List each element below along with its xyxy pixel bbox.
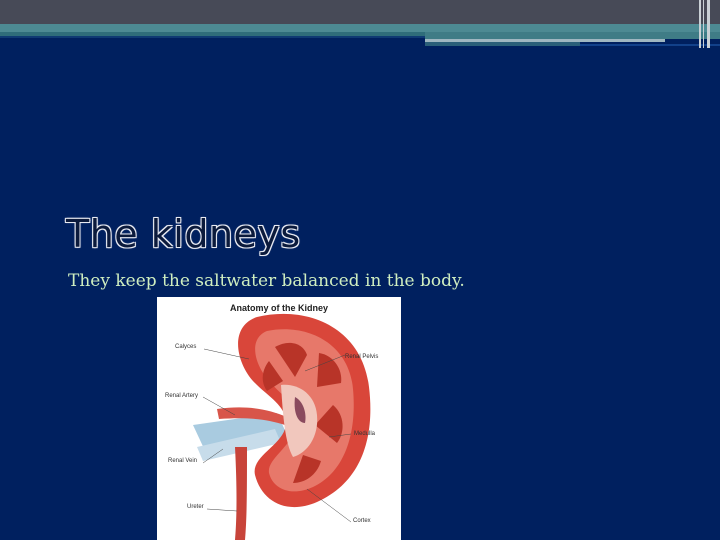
slide: The kidneys They keep the saltwater bala… xyxy=(0,0,720,540)
label-calyces: Calyces xyxy=(175,344,197,350)
ureter-shape xyxy=(235,447,247,540)
header-band-navy-left xyxy=(0,36,425,38)
label-renal-artery: Renal Artery xyxy=(165,393,199,399)
label-renal-vein: Renal Vein xyxy=(168,458,198,464)
label-cortex: Cortex xyxy=(353,518,371,524)
header-band-right-1 xyxy=(425,32,720,39)
kidney-anatomy-figure: Anatomy of the Kidney Calyces Renal Pelv… xyxy=(157,297,401,540)
header-band-teal xyxy=(0,24,720,32)
header-band-dark xyxy=(0,0,720,24)
label-renal-pelvis: Renal Pelvis xyxy=(345,354,379,360)
slide-title: The kidneys xyxy=(66,212,301,256)
header-edge-lines xyxy=(696,0,720,48)
slide-subtitle: They keep the saltwater balanced in the … xyxy=(68,271,465,291)
label-medulla: Medulla xyxy=(354,431,376,437)
figure-title: Anatomy of the Kidney xyxy=(230,303,329,313)
header-band-right-3 xyxy=(425,42,580,46)
label-ureter: Ureter xyxy=(187,504,204,510)
